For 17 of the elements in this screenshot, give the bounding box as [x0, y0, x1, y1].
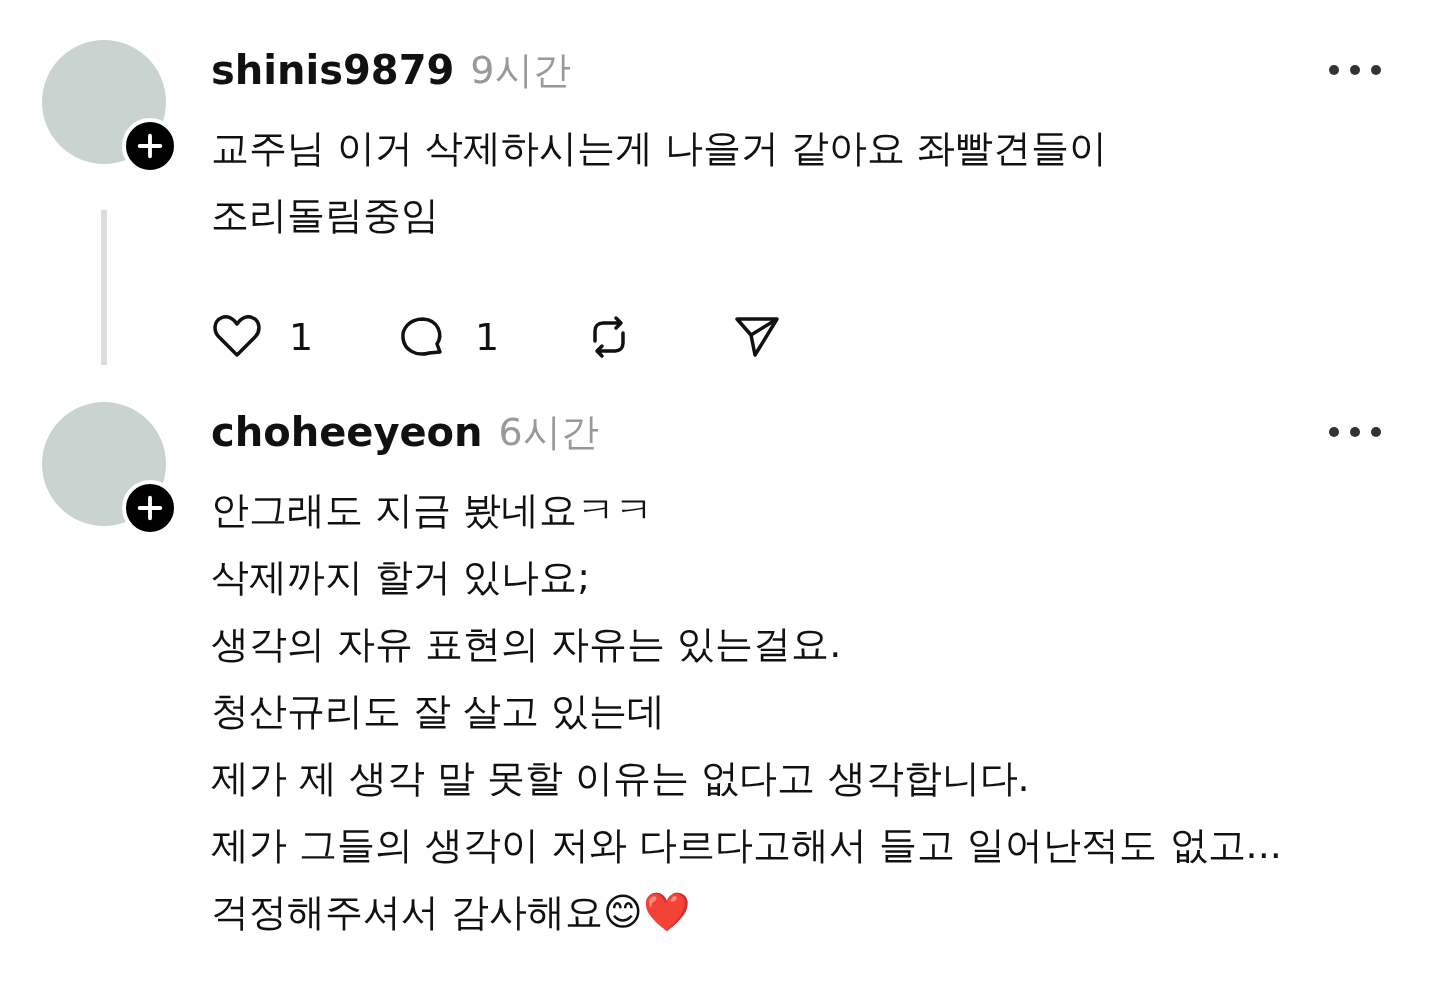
username[interactable]: choheeyeon [211, 409, 483, 455]
comment-text: 청산규리도 잘 살고 있는데 [211, 688, 667, 735]
comment-text: 삭제까지 할거 있나요; [211, 554, 591, 601]
username[interactable]: shinis9879 [211, 47, 455, 93]
comment-text: 안그래도 지금 봤네요ㅋㅋ [211, 487, 655, 534]
comment-text: 교주님 이거 삭제하시는게 나을거 같아요 좌빨견들이 [211, 125, 1109, 172]
comment-text: 조리돌림중임 [211, 192, 440, 239]
comment-text: 제가 그들의 생각이 저와 다르다고해서 들고 일어난적도 없고... [211, 822, 1283, 869]
comment-text: 생각의 자유 표현의 자유는 있는걸요. [211, 621, 843, 668]
comment-text: 제가 제 생각 말 못할 이유는 없다고 생각합니다. [211, 755, 1031, 802]
like-count: 1 [289, 315, 314, 359]
reply-count: 1 [475, 315, 500, 359]
more-icon[interactable] [1328, 425, 1382, 439]
timestamp: 9시간 [470, 46, 571, 94]
comment-text: 걱정해주셔서 감사해요😊❤ [211, 889, 691, 936]
more-icon[interactable] [1328, 63, 1382, 77]
timestamp: 6시간 [498, 408, 599, 456]
